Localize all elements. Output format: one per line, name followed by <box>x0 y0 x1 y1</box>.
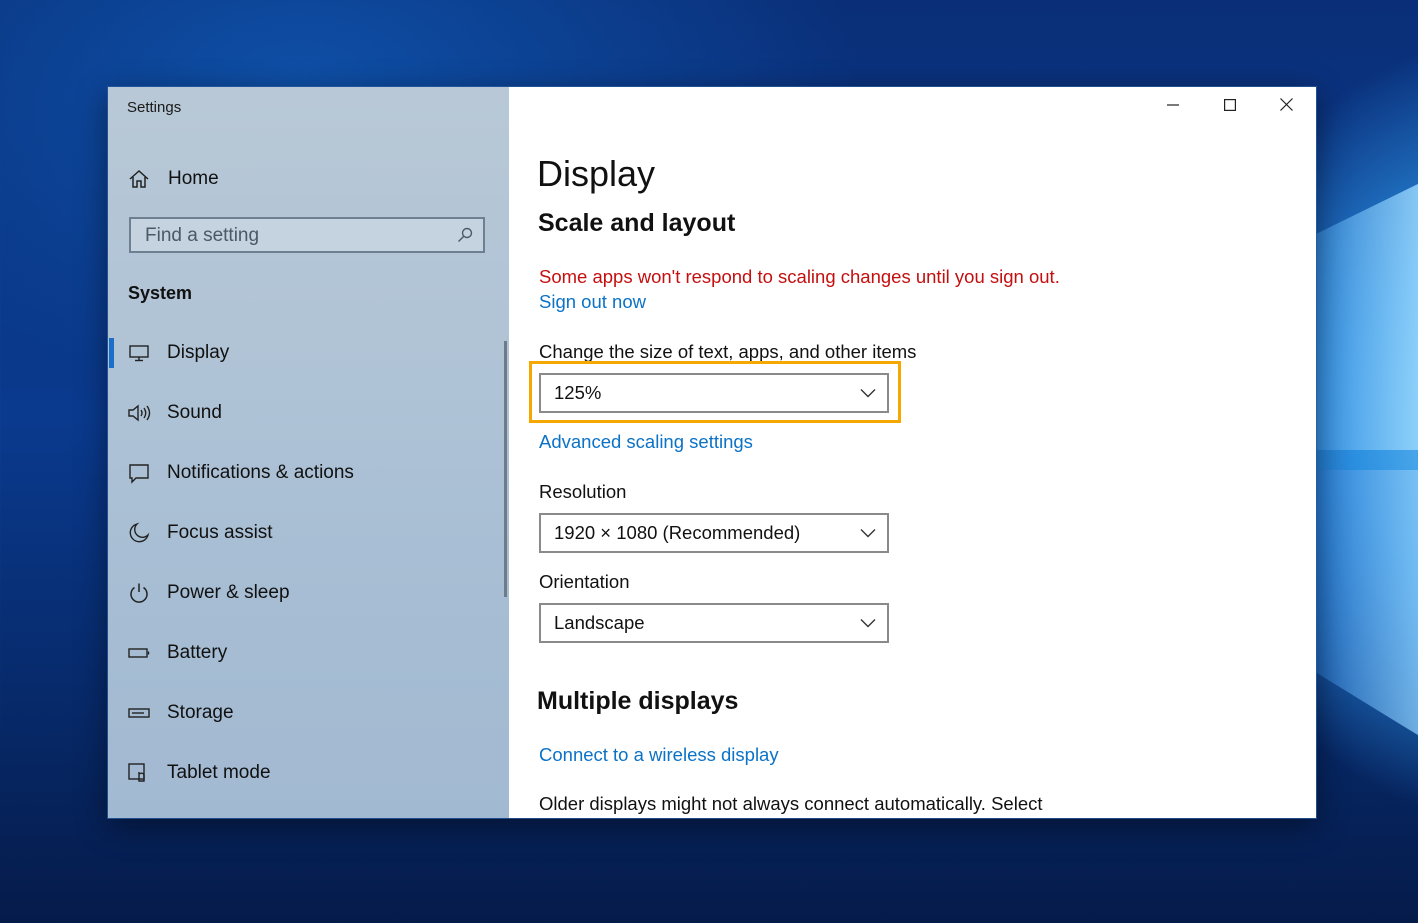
sidebar-item-label: Notifications & actions <box>167 462 354 483</box>
sidebar-item-label: Tablet mode <box>167 762 271 783</box>
resolution-dropdown-value: 1920 × 1080 (Recommended) <box>554 522 801 543</box>
wireless-display-link[interactable]: Connect to a wireless display <box>539 744 779 766</box>
power-icon <box>127 581 151 605</box>
sidebar-item-display[interactable]: Display <box>108 333 503 373</box>
sidebar-home-label: Home <box>168 168 219 189</box>
battery-icon <box>127 641 151 665</box>
sidebar-item-tablet-mode[interactable]: Tablet mode <box>108 753 503 793</box>
notification-icon <box>127 461 151 485</box>
sidebar: Settings Home System <box>108 87 509 818</box>
scaling-warning-text: Some apps won't respond to scaling chang… <box>539 266 1060 287</box>
minimize-button[interactable] <box>1144 87 1201 127</box>
resolution-dropdown[interactable]: 1920 × 1080 (Recommended) <box>539 513 889 553</box>
sidebar-home[interactable]: Home <box>128 165 219 193</box>
size-label: Change the size of text, apps, and other… <box>539 341 917 362</box>
minimize-icon <box>1166 98 1179 116</box>
page-title: Display <box>537 153 656 194</box>
sidebar-item-battery[interactable]: Battery <box>108 633 503 673</box>
sidebar-item-label: Sound <box>167 402 222 423</box>
chevron-down-icon <box>860 619 876 628</box>
sidebar-item-sound[interactable]: Sound <box>108 393 503 433</box>
sidebar-scrollbar[interactable] <box>504 341 507 597</box>
resolution-label: Resolution <box>539 481 627 502</box>
settings-window: Settings Home System <box>108 87 1316 818</box>
section-heading-multiple-displays: Multiple displays <box>537 687 739 715</box>
chevron-down-icon <box>860 389 876 398</box>
monitor-icon <box>127 341 151 365</box>
close-button[interactable] <box>1258 87 1315 127</box>
app-title: Settings <box>127 99 182 116</box>
sign-out-link[interactable]: Sign out now <box>539 291 646 313</box>
close-icon <box>1280 98 1293 116</box>
maximize-icon <box>1223 98 1236 116</box>
scale-dropdown[interactable]: 125% <box>539 373 889 413</box>
multiple-displays-description: Older displays might not always connect … <box>539 793 1043 814</box>
home-icon <box>128 168 150 190</box>
sidebar-item-label: Display <box>167 342 230 363</box>
main-content: Display Scale and layout Some apps won't… <box>509 87 1316 818</box>
section-title-system: System <box>128 283 193 303</box>
chevron-down-icon <box>860 529 876 538</box>
sidebar-item-label: Focus assist <box>167 522 273 543</box>
orientation-label: Orientation <box>539 571 630 592</box>
storage-drive-icon <box>127 701 151 725</box>
section-heading-scale: Scale and layout <box>538 209 736 237</box>
sidebar-item-label: Battery <box>167 642 228 663</box>
search-input[interactable] <box>145 225 445 247</box>
sidebar-item-focus-assist[interactable]: Focus assist <box>108 513 503 553</box>
search-icon[interactable] <box>457 227 473 243</box>
advanced-scaling-link[interactable]: Advanced scaling settings <box>539 431 753 453</box>
scale-dropdown-value: 125% <box>554 382 602 403</box>
speaker-icon <box>127 401 151 425</box>
sidebar-item-storage[interactable]: Storage <box>108 693 503 733</box>
orientation-dropdown-value: Landscape <box>554 612 645 633</box>
search-box[interactable] <box>129 217 485 253</box>
desktop-light-beam <box>1316 470 1418 740</box>
sidebar-item-notifications[interactable]: Notifications & actions <box>108 453 503 493</box>
sidebar-item-label: Power & sleep <box>167 582 290 603</box>
sidebar-item-power-sleep[interactable]: Power & sleep <box>108 573 503 613</box>
maximize-button[interactable] <box>1201 87 1258 127</box>
desktop-light-beam <box>1316 180 1418 450</box>
moon-icon <box>127 521 151 545</box>
orientation-dropdown[interactable]: Landscape <box>539 603 889 643</box>
sidebar-item-label: Storage <box>167 702 234 723</box>
tablet-mode-icon <box>127 761 151 785</box>
